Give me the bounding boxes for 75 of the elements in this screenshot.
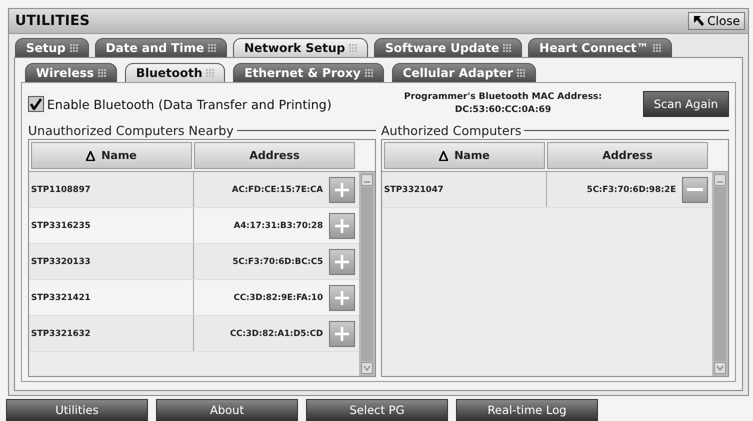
grip-icon	[652, 44, 661, 52]
tab[interactable]: Wireless	[25, 63, 117, 82]
table-cell: CC:3D:82:9E:FA:10	[234, 292, 323, 302]
add-button[interactable]	[329, 176, 355, 202]
plus-icon	[334, 290, 350, 306]
mac-label: Programmer's Bluetooth MAC Address:	[402, 91, 604, 104]
tab[interactable]: Heart Connect™	[528, 38, 672, 57]
table-row[interactable]: STP3321421 CC:3D:82:9E:FA:10	[29, 280, 359, 316]
tab[interactable]: Cellular Adapter	[392, 63, 536, 82]
table-cell: 5C:F3:70:6D:BC:C5	[232, 256, 323, 266]
column-header[interactable]: Name	[31, 142, 192, 169]
grip-icon	[98, 69, 106, 77]
tab[interactable]: Software Update	[374, 38, 522, 57]
minus-icon	[687, 188, 703, 192]
arrow-icon	[693, 15, 706, 27]
nav-button[interactable]: Utilities	[6, 399, 148, 421]
grip-icon	[364, 69, 373, 77]
table-cell: STP3321421	[29, 280, 194, 315]
close-button[interactable]: Close	[688, 12, 745, 30]
add-button[interactable]	[329, 212, 355, 238]
plus-icon	[334, 182, 350, 198]
plus-icon	[334, 218, 350, 234]
column-header[interactable]: Address	[547, 142, 708, 169]
grip-icon	[206, 69, 214, 77]
table-cell: STP3316235	[29, 208, 194, 243]
table-cell: A4:17:31:B3:70:28	[234, 220, 323, 230]
grip-icon	[349, 44, 358, 52]
remove-button[interactable]	[682, 176, 708, 202]
scrollbar[interactable]	[359, 172, 375, 376]
tab[interactable]: Bluetooth	[124, 63, 226, 82]
scroll-down-icon	[361, 362, 373, 374]
table-cell: STP3321632	[29, 316, 194, 351]
grip-icon	[517, 69, 526, 77]
table-row[interactable]: STP1108897 AC:FD:CE:15:7E:CA	[29, 172, 359, 208]
nav-button[interactable]: Real-time Log	[456, 399, 598, 421]
scroll-down-icon	[714, 362, 726, 374]
scroll-up-icon	[714, 174, 726, 186]
sort-icon	[86, 150, 96, 160]
nav-button[interactable]: About	[156, 399, 298, 421]
grip-icon	[208, 44, 216, 52]
grip-icon	[503, 44, 512, 52]
table-row[interactable]: STP3320133 5C:F3:70:6D:BC:C5	[29, 244, 359, 280]
table-cell: STP1108897	[29, 172, 194, 207]
sort-icon	[439, 150, 448, 160]
table-cell: AC:FD:CE:15:7E:CA	[232, 184, 323, 194]
plus-icon	[334, 254, 350, 270]
tab[interactable]: Date and Time	[94, 38, 228, 57]
table-row[interactable]: STP3316235 A4:17:31:B3:70:28	[29, 208, 359, 244]
nav-button[interactable]: Select PG	[306, 399, 448, 421]
mac-value: DC:53:60:CC:0A:69	[454, 104, 552, 117]
grip-icon	[70, 44, 78, 52]
checkbox[interactable]	[28, 96, 44, 112]
table-cell: STP3320133	[29, 244, 194, 279]
add-button[interactable]	[329, 248, 355, 274]
table-cell: STP3321047	[382, 172, 547, 207]
table-cell: CC:3D:82:A1:D5:CD	[230, 328, 323, 338]
scrollbar[interactable]	[712, 172, 728, 376]
tab[interactable]: Ethernet & Proxy	[233, 63, 384, 82]
section-title: Authorized Computers	[381, 122, 522, 138]
section-title: Unauthorized Computers Nearby	[28, 122, 234, 138]
scroll-up-icon	[361, 174, 373, 186]
table-cell: 5C:F3:70:6D:98:2E	[586, 184, 676, 194]
tab[interactable]: Network Setup	[233, 38, 368, 57]
scan-again-button[interactable]: Scan Again	[642, 91, 729, 117]
checkbox-label: Enable Bluetooth (Data Transfer and Printing)	[47, 96, 332, 112]
check-icon	[30, 98, 42, 110]
add-button[interactable]	[329, 284, 355, 310]
column-header[interactable]: Address	[194, 142, 355, 169]
add-button[interactable]	[329, 320, 355, 346]
column-header[interactable]: Name	[384, 142, 545, 169]
table-row[interactable]: STP3321047 5C:F3:70:6D:98:2E	[382, 172, 712, 208]
table-row[interactable]: STP3321632 CC:3D:82:A1:D5:CD	[29, 316, 359, 352]
tab[interactable]: Setup	[15, 38, 89, 57]
plus-icon	[334, 326, 350, 342]
window-title: UTILITIES	[15, 13, 90, 29]
